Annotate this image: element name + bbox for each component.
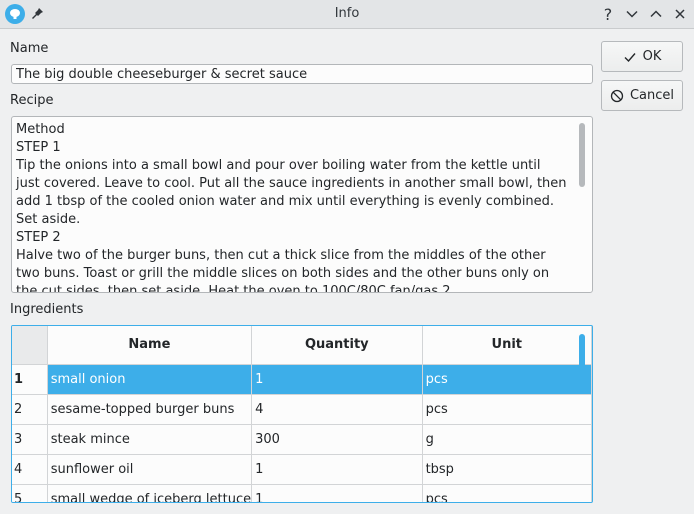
column-header-quantity[interactable]: Quantity xyxy=(251,326,423,365)
recipe-text: Method STEP 1 Tip the onions into a smal… xyxy=(16,122,567,293)
minimize-button[interactable] xyxy=(623,5,641,23)
ingredient-quantity-cell[interactable]: 1 xyxy=(251,364,423,395)
table-row[interactable]: 2 sesame-topped burger buns 4 pcs xyxy=(12,394,592,425)
title-bar: Info ? xyxy=(0,0,694,29)
ingredient-name-cell[interactable]: sesame-topped burger buns xyxy=(47,394,253,425)
ingredients-grid: Name Quantity Unit 1 small onion 1 pcs 2… xyxy=(12,326,592,502)
table-scrollbar-handle[interactable] xyxy=(579,334,585,392)
row-number[interactable]: 1 xyxy=(12,364,48,395)
chevron-down-icon xyxy=(626,10,638,18)
ingredient-unit-cell[interactable]: g xyxy=(422,424,592,455)
ingredient-name-cell[interactable]: small onion xyxy=(47,364,253,395)
table-row[interactable]: 3 steak mince 300 g xyxy=(12,424,592,455)
chevron-up-icon xyxy=(650,10,662,18)
column-header-unit[interactable]: Unit xyxy=(422,326,592,365)
corner-button[interactable] xyxy=(12,326,48,365)
row-number[interactable]: 3 xyxy=(12,424,48,455)
name-input[interactable] xyxy=(11,64,593,84)
ingredient-name-cell[interactable]: steak mince xyxy=(47,424,253,455)
header-row: Name Quantity Unit xyxy=(12,326,592,365)
close-button[interactable] xyxy=(671,5,689,23)
column-header-name[interactable]: Name xyxy=(47,326,253,365)
ingredient-unit-cell[interactable]: tbsp xyxy=(422,454,592,485)
ok-button-label: OK xyxy=(642,49,662,64)
help-icon: ? xyxy=(603,4,613,24)
table-row[interactable]: 4 sunflower oil 1 tbsp xyxy=(12,454,592,485)
recipe-textarea[interactable]: Method STEP 1 Tip the onions into a smal… xyxy=(11,116,593,293)
ingredient-unit-cell[interactable]: pcs xyxy=(422,484,592,502)
row-number[interactable]: 5 xyxy=(12,484,48,502)
table-row[interactable]: 1 small onion 1 pcs xyxy=(12,364,592,395)
recipe-label: Recipe xyxy=(10,93,54,108)
ingredient-unit-cell[interactable]: pcs xyxy=(422,364,592,395)
ingredient-name-cell[interactable]: small wedge of iceberg lettuce xyxy=(47,484,253,502)
ingredient-quantity-cell[interactable]: 300 xyxy=(251,424,423,455)
ingredient-unit-cell[interactable]: pcs xyxy=(422,394,592,425)
checkmark-icon xyxy=(624,52,636,62)
ingredient-quantity-cell[interactable]: 4 xyxy=(251,394,423,425)
ingredients-table[interactable]: Name Quantity Unit 1 small onion 1 pcs 2… xyxy=(11,325,593,503)
cancel-icon xyxy=(610,89,624,102)
ok-button[interactable]: OK xyxy=(601,41,683,72)
window-title: Info xyxy=(334,6,360,21)
row-number[interactable]: 2 xyxy=(12,394,48,425)
ingredient-quantity-cell[interactable]: 1 xyxy=(251,454,423,485)
ingredient-quantity-cell[interactable]: 1 xyxy=(251,484,423,502)
name-label: Name xyxy=(10,41,49,56)
row-number[interactable]: 4 xyxy=(12,454,48,485)
recipe-scrollbar-handle[interactable] xyxy=(579,123,585,187)
maximize-button[interactable] xyxy=(647,5,665,23)
cancel-button-label: Cancel xyxy=(629,88,675,103)
close-icon xyxy=(675,9,685,19)
ingredient-name-cell[interactable]: sunflower oil xyxy=(47,454,253,485)
cancel-button[interactable]: Cancel xyxy=(601,80,683,111)
help-button[interactable]: ? xyxy=(599,4,617,24)
table-row[interactable]: 5 small wedge of iceberg lettuce 1 pcs xyxy=(12,484,592,502)
ingredients-label: Ingredients xyxy=(10,302,84,317)
